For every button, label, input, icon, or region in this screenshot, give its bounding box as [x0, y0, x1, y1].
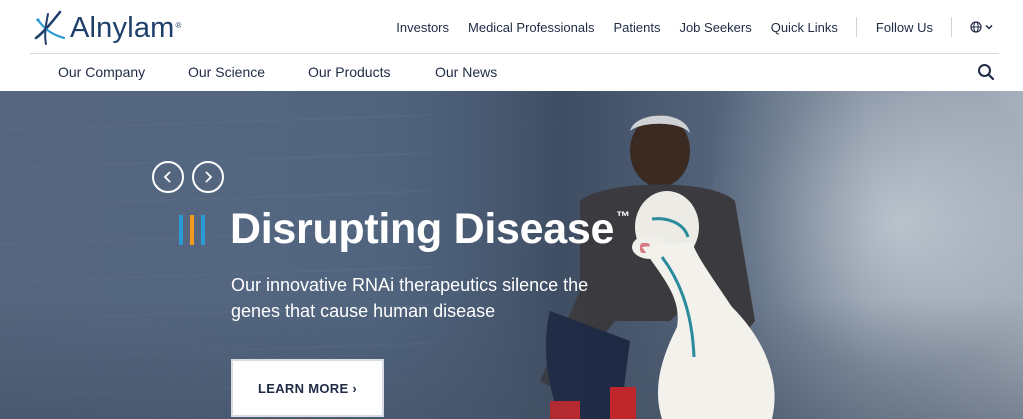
hero-headline: Disrupting Disease ™ [230, 205, 630, 254]
chevron-down-icon [985, 24, 993, 30]
nav-separator [951, 17, 952, 37]
nav-our-science[interactable]: Our Science [188, 64, 265, 80]
nav-follow-us[interactable]: Follow Us [876, 20, 933, 35]
nav-our-company[interactable]: Our Company [58, 64, 145, 80]
header: Alnylam ® Investors Medical Professional… [0, 0, 1023, 54]
hero-headline-text: Disrupting Disease [230, 205, 615, 253]
learn-more-button[interactable]: LEARN MORE › [231, 359, 384, 417]
nav-quick-links[interactable]: Quick Links [771, 20, 838, 35]
nav-separator [855, 17, 857, 37]
globe-icon [970, 21, 982, 33]
carousel-prev-button[interactable] [152, 161, 184, 193]
accent-bar [201, 215, 205, 245]
chevron-right-icon [205, 171, 213, 183]
accent-bar [190, 215, 194, 245]
hero-banner: Disrupting Disease ™ Our innovative RNAi … [0, 91, 1023, 419]
nav-investors[interactable]: Investors [396, 20, 449, 35]
nav-our-products[interactable]: Our Products [308, 64, 390, 80]
carousel-next-button[interactable] [192, 161, 224, 193]
headline-accent-bars [179, 215, 212, 245]
nav-job-seekers[interactable]: Job Seekers [679, 20, 751, 35]
chevron-left-icon [163, 171, 171, 183]
trademark-symbol: ™ [616, 208, 630, 224]
registered-mark: ® [175, 20, 182, 30]
logo-mark-icon [34, 10, 66, 45]
learn-more-label: LEARN MORE › [258, 380, 357, 396]
nav-our-news[interactable]: Our News [435, 64, 497, 80]
nav-patients[interactable]: Patients [613, 20, 660, 35]
brand-name: Alnylam [70, 11, 175, 44]
main-nav: Our Company Our Science Our Products Our… [0, 54, 1023, 91]
hero-overlay [0, 91, 1023, 419]
nav-medical-professionals[interactable]: Medical Professionals [468, 20, 594, 35]
alnylam-logo[interactable]: Alnylam ® [30, 8, 181, 48]
hero-subtitle: Our innovative RNAi therapeutics silence… [231, 275, 589, 321]
utility-nav: Investors Medical Professionals Patients… [377, 0, 1023, 54]
search-icon[interactable] [977, 63, 995, 81]
language-selector[interactable] [970, 21, 993, 33]
accent-bar [179, 215, 183, 245]
